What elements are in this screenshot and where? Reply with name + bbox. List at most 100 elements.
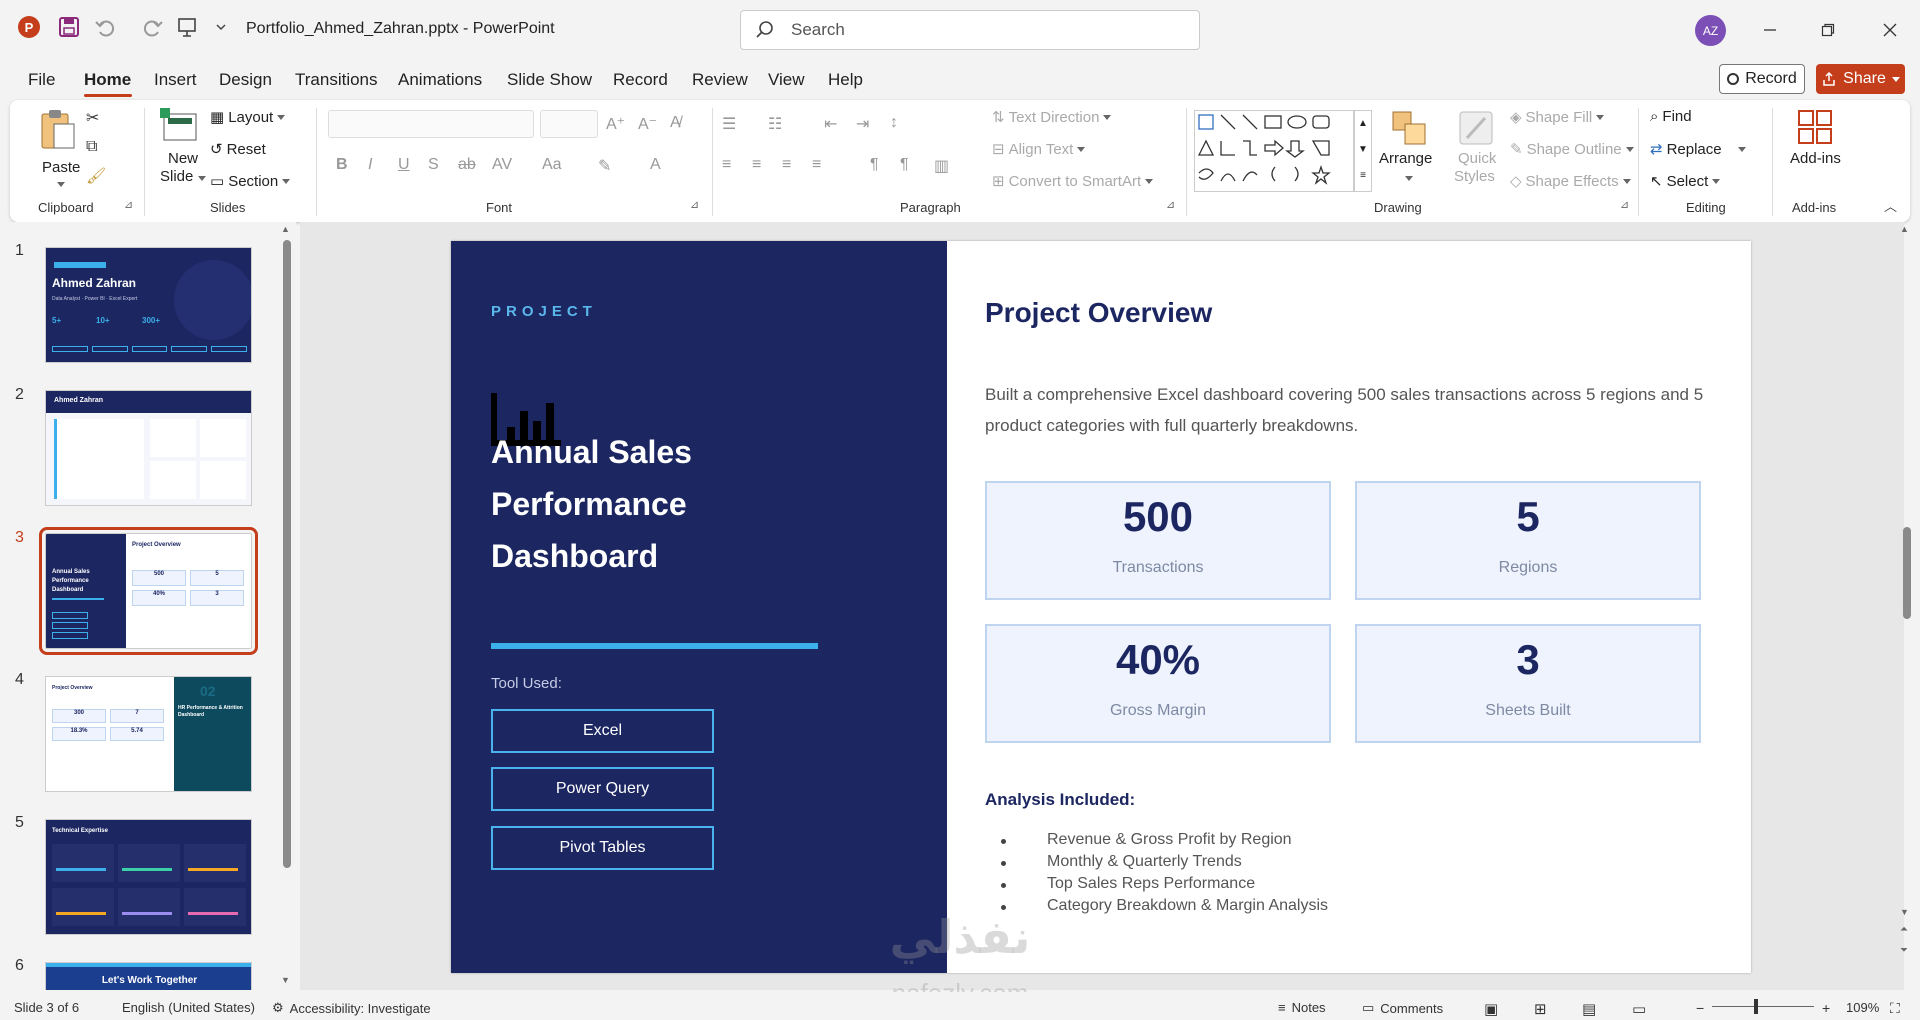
scroll-down-icon[interactable]: ▼ bbox=[281, 975, 290, 985]
slideshow-view-icon[interactable]: ▭ bbox=[1632, 1000, 1646, 1018]
tab-record[interactable]: Record bbox=[613, 70, 668, 90]
text-shadow-button[interactable]: S bbox=[428, 156, 439, 174]
tab-review[interactable]: Review bbox=[692, 70, 748, 90]
collapse-ribbon-icon[interactable]: ︿ bbox=[1884, 196, 1897, 215]
zoom-slider[interactable] bbox=[1712, 1006, 1814, 1007]
rtl-icon[interactable]: ¶ bbox=[900, 156, 909, 174]
dialog-launcher-icon[interactable]: ⊿ bbox=[690, 198, 699, 211]
tab-animations[interactable]: Animations bbox=[398, 70, 482, 90]
customize-toolbar-icon[interactable] bbox=[208, 14, 234, 40]
align-left-icon[interactable]: ≡ bbox=[722, 156, 731, 174]
increase-indent-icon[interactable]: ⇥ bbox=[856, 114, 869, 134]
reading-view-icon[interactable]: ▤ bbox=[1582, 1000, 1596, 1018]
justify-icon[interactable]: ≡ bbox=[812, 156, 821, 174]
arrange-button[interactable]: Arrange bbox=[1376, 106, 1442, 192]
numbering-icon[interactable]: ☷ bbox=[768, 114, 782, 134]
share-button[interactable]: Share bbox=[1816, 64, 1905, 94]
ltr-icon[interactable]: ¶ bbox=[870, 156, 879, 174]
tab-transitions[interactable]: Transitions bbox=[295, 70, 378, 90]
undo-icon[interactable] bbox=[92, 14, 118, 40]
slide-thumbnail-2[interactable]: Ahmed Zahran bbox=[45, 390, 252, 506]
select-button[interactable]: ↖ Select bbox=[1650, 172, 1721, 190]
slide-scrollbar[interactable] bbox=[1903, 527, 1911, 619]
scroll-down-icon[interactable]: ▼ bbox=[1900, 907, 1909, 917]
decrease-font-icon[interactable]: A⁻ bbox=[638, 114, 657, 134]
thumbnails-scrollbar[interactable] bbox=[283, 240, 291, 868]
shapes-gallery[interactable] bbox=[1194, 110, 1354, 192]
dialog-launcher-icon[interactable]: ⊿ bbox=[124, 198, 133, 211]
present-from-beginning-icon[interactable] bbox=[174, 14, 200, 40]
zoom-in-button[interactable]: + bbox=[1822, 1000, 1830, 1016]
character-spacing-icon[interactable]: AV bbox=[492, 156, 512, 174]
font-size-combo[interactable] bbox=[540, 110, 598, 138]
change-case-icon[interactable]: Aa bbox=[542, 156, 562, 174]
tab-design[interactable]: Design bbox=[219, 70, 272, 90]
slide-thumbnail-5[interactable]: Technical Expertise bbox=[45, 819, 252, 935]
font-name-combo[interactable] bbox=[328, 110, 534, 138]
format-painter-icon[interactable]: 🖌 bbox=[86, 166, 106, 186]
tab-file[interactable]: File bbox=[28, 70, 55, 90]
tab-slide-show[interactable]: Slide Show bbox=[507, 70, 592, 90]
text-direction-button[interactable]: ⇅ Text Direction bbox=[992, 108, 1112, 126]
copy-icon[interactable]: ⧉ bbox=[86, 138, 97, 156]
next-slide-icon[interactable]: ⏷ bbox=[1900, 945, 1908, 956]
scroll-up-icon[interactable]: ▲ bbox=[1900, 224, 1909, 234]
italic-button[interactable]: I bbox=[368, 156, 372, 174]
accessibility-button[interactable]: ⚙ Accessibility: Investigate bbox=[272, 1000, 431, 1016]
record-button[interactable]: Record bbox=[1719, 64, 1805, 94]
shape-fill-button[interactable]: ◈ Shape Fill bbox=[1510, 108, 1605, 126]
layout-button[interactable]: ▦ Layout bbox=[210, 108, 286, 126]
quick-styles-button[interactable]: Quick Styles bbox=[1446, 106, 1506, 192]
zoom-slider-thumb[interactable] bbox=[1754, 999, 1758, 1014]
paste-button[interactable]: Paste bbox=[30, 106, 94, 187]
underline-button[interactable]: U bbox=[398, 156, 410, 174]
new-slide-button[interactable]: New Slide bbox=[150, 106, 210, 192]
slide-thumbnail-3[interactable]: Annual Sales Performance Dashboard Project… bbox=[39, 527, 258, 655]
find-button[interactable]: ⌕ Find bbox=[1650, 108, 1692, 125]
slide-thumbnail-6[interactable]: Let's Work Together bbox=[45, 962, 252, 990]
tab-help[interactable]: Help bbox=[828, 70, 863, 90]
zoom-level[interactable]: 109% bbox=[1846, 1000, 1879, 1015]
font-color-icon[interactable]: A bbox=[650, 156, 661, 174]
decrease-indent-icon[interactable]: ⇤ bbox=[824, 114, 837, 134]
scroll-up-icon[interactable]: ▲ bbox=[281, 224, 290, 234]
notes-button[interactable]: ≡ Notes bbox=[1278, 1000, 1326, 1015]
slide-canvas[interactable]: PROJECT Annual Sales Performance Dashboa… bbox=[451, 241, 1751, 973]
tab-home[interactable]: Home bbox=[84, 70, 131, 90]
convert-smartart-button[interactable]: ⊞ Convert to SmartArt bbox=[992, 172, 1154, 190]
cut-icon[interactable]: ✂ bbox=[86, 108, 99, 128]
search-box[interactable] bbox=[740, 10, 1200, 50]
close-icon[interactable] bbox=[1870, 14, 1910, 46]
shapes-scroll[interactable]: ▲ ▼ ≡ bbox=[1354, 110, 1372, 192]
reset-button[interactable]: ↺ Reset bbox=[210, 140, 266, 159]
add-ins-button[interactable]: Add-ins bbox=[1780, 106, 1850, 192]
redo-icon[interactable] bbox=[140, 14, 166, 40]
previous-slide-icon[interactable]: ⏶ bbox=[1900, 924, 1908, 935]
section-button[interactable]: ▭ Section bbox=[210, 172, 291, 190]
line-spacing-icon[interactable]: ↕ bbox=[890, 114, 898, 132]
search-input[interactable] bbox=[791, 17, 1191, 43]
clear-formatting-icon[interactable]: A̸ bbox=[670, 114, 681, 132]
shape-effects-button[interactable]: ◇ Shape Effects bbox=[1510, 172, 1631, 190]
replace-button[interactable]: ⇄ Replace bbox=[1650, 140, 1746, 158]
align-center-icon[interactable]: ≡ bbox=[752, 156, 761, 174]
comments-button[interactable]: ▭ Comments bbox=[1362, 1000, 1443, 1016]
slide-thumbnail-1[interactable]: Ahmed Zahran Data Analyst · Power BI · E… bbox=[45, 247, 252, 363]
account-avatar[interactable]: AZ bbox=[1695, 15, 1726, 46]
increase-font-icon[interactable]: A⁺ bbox=[606, 114, 625, 134]
shape-outline-button[interactable]: ✎ Shape Outline bbox=[1510, 140, 1634, 158]
columns-icon[interactable]: ▥ bbox=[934, 156, 949, 176]
zoom-out-button[interactable]: − bbox=[1696, 1000, 1704, 1016]
fit-slide-icon[interactable]: ⛶ bbox=[1890, 1000, 1900, 1017]
save-icon[interactable] bbox=[56, 14, 82, 40]
language-indicator[interactable]: English (United States) bbox=[122, 1000, 255, 1015]
normal-view-icon[interactable]: ▣ bbox=[1484, 1000, 1498, 1018]
strikethrough-button[interactable]: ab bbox=[458, 156, 476, 174]
dialog-launcher-icon[interactable]: ⊿ bbox=[1620, 198, 1629, 211]
restore-icon[interactable] bbox=[1808, 14, 1848, 46]
tab-view[interactable]: View bbox=[768, 70, 805, 90]
slide-thumbnail-4[interactable]: 02 HR Performance & Attrition Dashboard … bbox=[45, 676, 252, 792]
bold-button[interactable]: B bbox=[336, 156, 348, 174]
align-text-button[interactable]: ⊟ Align Text bbox=[992, 140, 1086, 158]
highlight-icon[interactable]: ✎ bbox=[598, 156, 611, 176]
